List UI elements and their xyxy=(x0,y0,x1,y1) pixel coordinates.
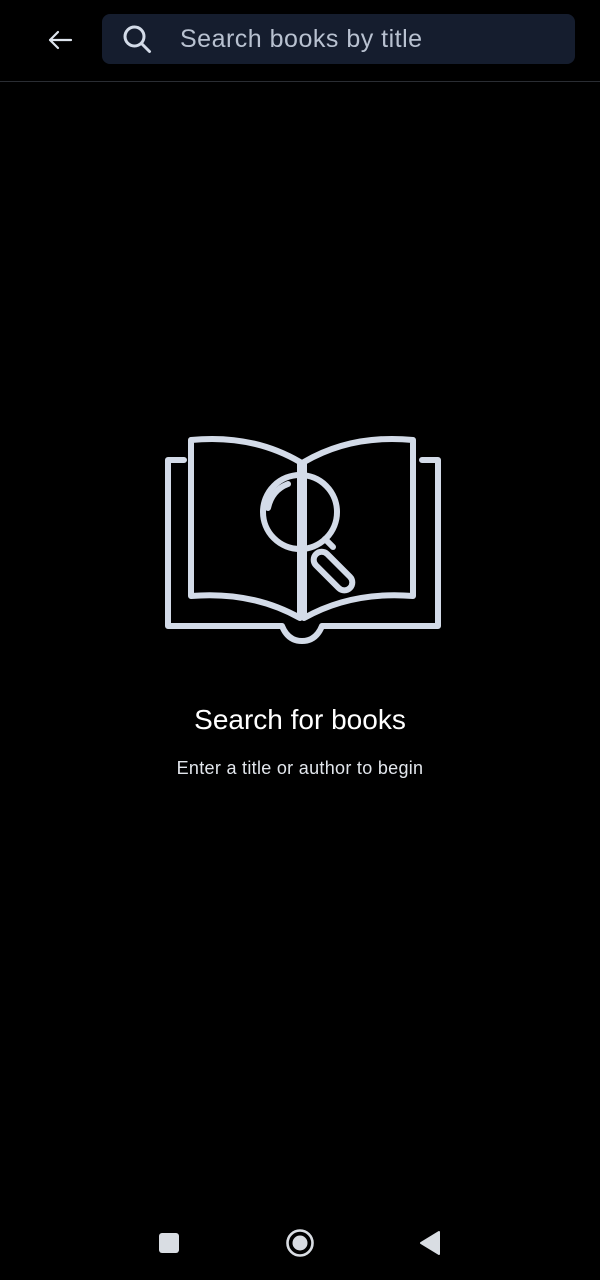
back-button[interactable] xyxy=(40,22,80,58)
empty-state-title: Search for books xyxy=(194,704,406,735)
circle-icon xyxy=(286,1229,314,1257)
search-field[interactable] xyxy=(102,14,575,64)
empty-state-subtitle: Enter a title or author to begin xyxy=(176,758,424,778)
square-icon xyxy=(159,1233,179,1253)
triangle-back-icon xyxy=(420,1231,440,1255)
home-button[interactable] xyxy=(280,1223,320,1263)
recents-button[interactable] xyxy=(149,1223,189,1263)
arrow-left-icon xyxy=(48,30,73,50)
top-app-bar xyxy=(0,0,600,82)
search-input[interactable] xyxy=(180,14,560,64)
open-book-search-icon xyxy=(165,435,441,644)
system-back-button[interactable] xyxy=(410,1223,450,1263)
system-navigation-bar xyxy=(0,1200,600,1280)
search-icon xyxy=(123,25,151,53)
